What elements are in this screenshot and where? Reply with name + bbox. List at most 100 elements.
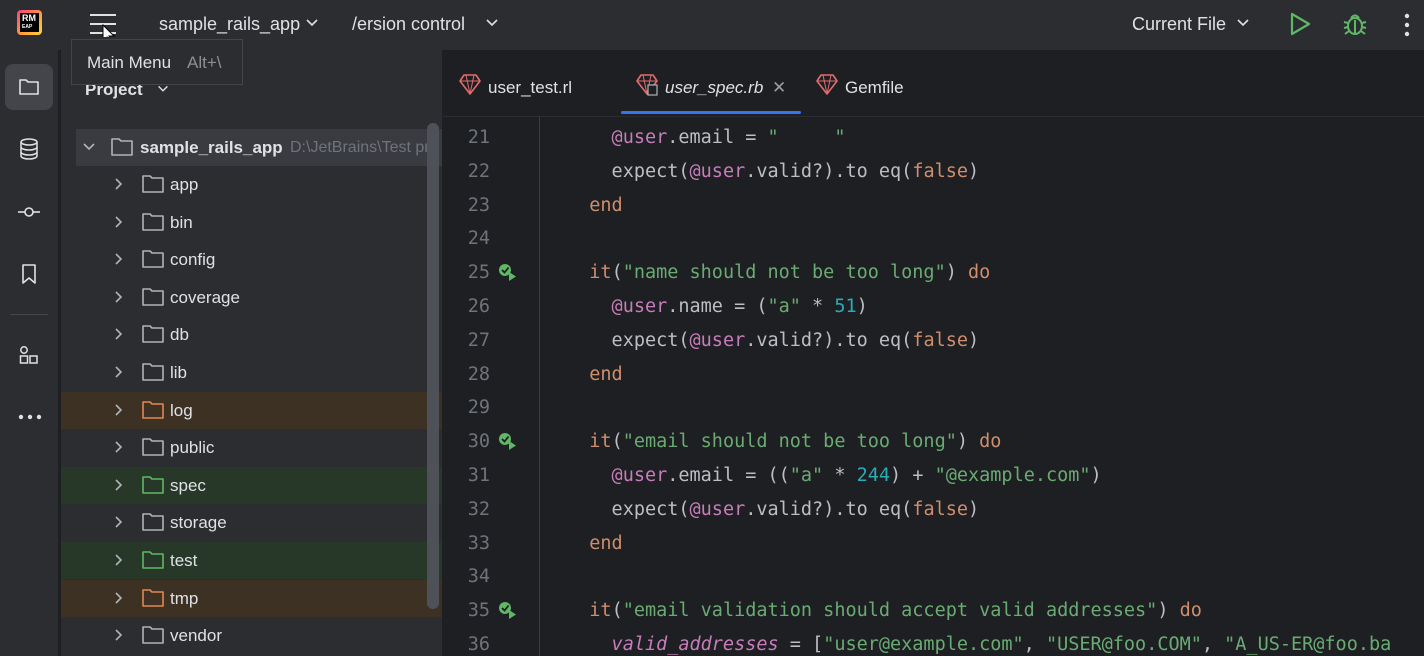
tree-root-row[interactable]: sample_rails_app D:\JetBrains\Test pr: [76, 129, 442, 166]
line-number[interactable]: 21: [443, 127, 490, 148]
tree-row-storage[interactable]: storage: [61, 504, 442, 541]
code-token: .valid?).to eq(: [745, 329, 913, 351]
chevron-down-icon[interactable]: [484, 15, 500, 31]
line-number[interactable]: 24: [443, 228, 490, 249]
chevron-right-icon[interactable]: [111, 403, 125, 417]
code-token: "a": [789, 465, 824, 486]
line-number[interactable]: 29: [443, 397, 490, 418]
structure-tool-button[interactable]: [5, 332, 53, 378]
code-token: ) +: [890, 465, 935, 486]
tree-row-app[interactable]: app: [61, 166, 442, 203]
line-number[interactable]: 35: [443, 600, 490, 621]
line-number[interactable]: 36: [443, 634, 490, 655]
code-token: valid_addresses: [567, 634, 779, 655]
code-token: @user: [567, 465, 668, 486]
line-number[interactable]: 26: [443, 296, 490, 317]
chevron-down-icon[interactable]: [304, 15, 320, 31]
chevron-right-icon[interactable]: [111, 591, 125, 605]
code-line[interactable]: 31 @user.email = (("a" * 244) + "@exampl…: [443, 459, 1424, 493]
code-token: 51: [834, 296, 857, 317]
code-line[interactable]: 26 @user.name = ("a" * 51): [443, 290, 1424, 324]
commit-tool-button[interactable]: [5, 189, 53, 235]
bookmarks-tool-button[interactable]: [5, 251, 53, 297]
tree-row-log[interactable]: log: [61, 391, 442, 429]
code-line[interactable]: 30 it("email should not be too long") do: [443, 425, 1424, 459]
tree-row-spec[interactable]: spec: [61, 466, 442, 504]
line-number[interactable]: 28: [443, 364, 490, 385]
code-line[interactable]: 22 expect(@user.valid?).to eq(false): [443, 155, 1424, 189]
line-number[interactable]: 34: [443, 566, 490, 587]
code-line[interactable]: 27 expect(@user.valid?).to eq(false): [443, 324, 1424, 358]
line-number[interactable]: 25: [443, 262, 490, 283]
close-icon[interactable]: ✕: [772, 78, 786, 98]
code-line[interactable]: 25 it("name should not be too long") do: [443, 256, 1424, 290]
run-config-selector[interactable]: Current File: [1132, 14, 1226, 35]
run-test-gutter-icon[interactable]: [497, 431, 517, 451]
chevron-right-icon[interactable]: [111, 252, 125, 266]
line-number[interactable]: 27: [443, 330, 490, 351]
project-scrollbar[interactable]: [427, 123, 439, 609]
line-number[interactable]: 30: [443, 431, 490, 452]
code-editor[interactable]: 21 @user.email = " " 22 expect(@user.vali…: [443, 116, 1424, 656]
folder-icon: [142, 250, 164, 268]
chevron-right-icon[interactable]: [111, 515, 125, 529]
chevron-down-icon[interactable]: [82, 140, 96, 154]
project-selector[interactable]: sample_rails_app: [159, 14, 300, 35]
line-number[interactable]: 33: [443, 533, 490, 554]
line-number[interactable]: 31: [443, 465, 490, 486]
tree-row-db[interactable]: db: [61, 316, 442, 353]
debug-icon[interactable]: [1342, 11, 1368, 37]
code-line[interactable]: 24: [443, 222, 1424, 256]
rubymine-logo[interactable]: RM EAP: [17, 10, 42, 35]
tree-row-lib[interactable]: lib: [61, 354, 442, 391]
code-token: "name should not be too long": [622, 262, 946, 284]
chevron-right-icon[interactable]: [111, 553, 125, 567]
tree-item-label: db: [170, 325, 189, 345]
tab-gemfile[interactable]: Gemfile: [815, 68, 925, 108]
tab-user-test[interactable]: user_test.rl: [458, 68, 598, 108]
code-text: it("email should not be too long") do: [567, 431, 1001, 452]
tree-row-bin[interactable]: bin: [61, 204, 442, 241]
more-tools-button[interactable]: [5, 394, 53, 440]
chevron-right-icon[interactable]: [111, 290, 125, 304]
chevron-right-icon[interactable]: [111, 327, 125, 341]
project-tool-button[interactable]: [5, 64, 53, 110]
chevron-right-icon[interactable]: [111, 478, 125, 492]
tree-row-test[interactable]: test: [61, 542, 442, 579]
run-icon[interactable]: [1289, 12, 1311, 36]
run-test-gutter-icon[interactable]: [497, 600, 517, 620]
tree-row-public[interactable]: public: [61, 429, 442, 466]
more-options-icon[interactable]: [1404, 12, 1410, 38]
code-line[interactable]: 34: [443, 560, 1424, 594]
vcs-selector[interactable]: /ersion control: [352, 14, 465, 35]
chevron-right-icon[interactable]: [111, 628, 125, 642]
code-line[interactable]: 21 @user.email = " ": [443, 121, 1424, 155]
code-line[interactable]: 36 valid_addresses = ["user@example.com"…: [443, 628, 1424, 656]
line-number[interactable]: 23: [443, 195, 490, 216]
code-line[interactable]: 35 it("email validation should accept va…: [443, 594, 1424, 628]
run-test-gutter-icon[interactable]: [497, 262, 517, 282]
code-token: ,: [1201, 634, 1225, 655]
code-line[interactable]: 33 end: [443, 527, 1424, 561]
line-number[interactable]: 32: [443, 499, 490, 520]
database-tool-button[interactable]: [5, 126, 53, 172]
tree-row-vendor[interactable]: vendor: [61, 617, 442, 654]
chevron-right-icon[interactable]: [111, 365, 125, 379]
code-line[interactable]: 28 end: [443, 358, 1424, 392]
code-line[interactable]: 29: [443, 391, 1424, 425]
tab-user-spec[interactable]: user_spec.rb ✕: [635, 68, 805, 108]
tool-window-strip: [0, 50, 59, 656]
chevron-right-icon[interactable]: [111, 177, 125, 191]
line-number[interactable]: 22: [443, 161, 490, 182]
hamburger-menu-icon[interactable]: [90, 11, 116, 37]
tree-row-coverage[interactable]: coverage: [61, 279, 442, 316]
code-line[interactable]: 32 expect(@user.valid?).to eq(false): [443, 493, 1424, 527]
code-line[interactable]: 23 end: [443, 189, 1424, 223]
chevron-right-icon[interactable]: [111, 440, 125, 454]
code-token: ): [1157, 600, 1180, 622]
tree-row-tmp[interactable]: tmp: [61, 579, 442, 617]
tree-row-config[interactable]: config: [61, 241, 442, 278]
chevron-down-icon[interactable]: [1235, 15, 1251, 31]
chevron-right-icon[interactable]: [111, 215, 125, 229]
ruby-file-icon: [816, 74, 838, 95]
